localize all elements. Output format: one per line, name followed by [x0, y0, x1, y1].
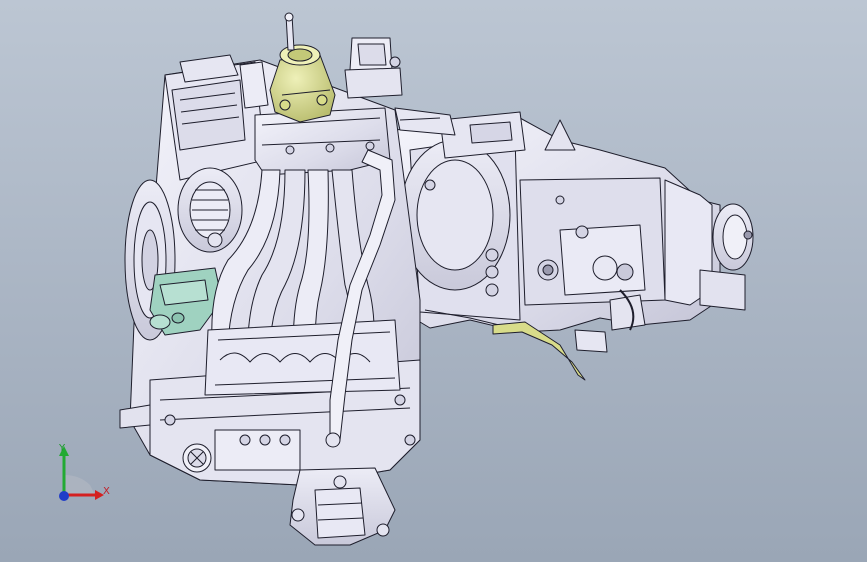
- triad-y-label: Y: [59, 443, 66, 454]
- engine-mount-bracket[interactable]: [289, 467, 396, 546]
- triad-z-axis: [59, 491, 69, 501]
- alternator[interactable]: [177, 167, 243, 253]
- graphics-viewport[interactable]: Y X: [0, 0, 867, 562]
- engine-assembly-model[interactable]: [0, 0, 867, 562]
- coordinate-triad: [59, 446, 104, 501]
- idle-control-valve[interactable]: [344, 37, 403, 99]
- triad-x-label: X: [103, 486, 110, 497]
- output-shaft-housing[interactable]: [664, 179, 754, 311]
- throttle-body[interactable]: [269, 12, 336, 123]
- triad-xy-plane: [64, 475, 95, 495]
- shift-lever-rod[interactable]: [492, 321, 586, 381]
